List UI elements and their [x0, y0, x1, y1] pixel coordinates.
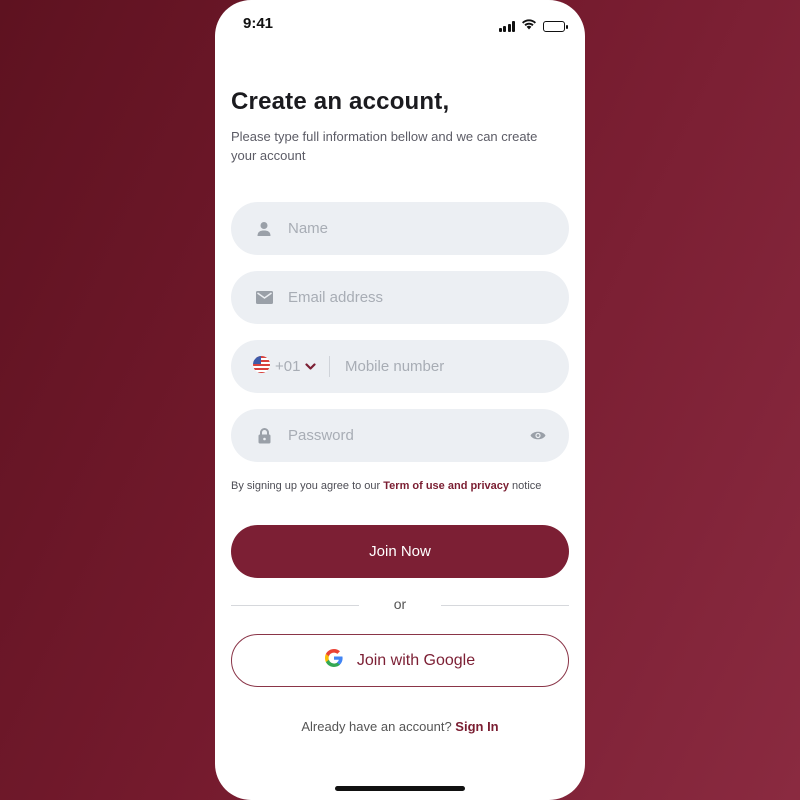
or-label: or	[393, 596, 407, 612]
join-with-google-label: Join with Google	[356, 651, 476, 669]
phone-screen: 9:41 Create an account, Please type full…	[215, 0, 585, 800]
chevron-down-icon	[305, 358, 317, 376]
name-field[interactable]	[231, 202, 569, 255]
status-time: 9:41	[243, 15, 274, 32]
join-with-google-button[interactable]: Join with Google	[231, 634, 569, 687]
signin-prompt-text: Already have an account?	[301, 719, 456, 734]
mobile-field[interactable]: +01	[231, 340, 569, 393]
page-title: Create an account,	[231, 88, 450, 115]
terms-suffix: notice	[509, 480, 542, 492]
email-input[interactable]	[288, 271, 538, 324]
country-code-selector[interactable]: +01	[253, 355, 317, 378]
join-now-button[interactable]: Join Now	[231, 525, 569, 578]
or-divider: or	[231, 596, 569, 614]
home-indicator	[335, 786, 465, 791]
terms-prefix: By signing up you agree to our	[231, 480, 384, 492]
email-field[interactable]	[231, 271, 569, 324]
wifi-icon	[521, 17, 537, 35]
mail-icon	[255, 289, 273, 307]
page-subtitle: Please type full information bellow and …	[231, 129, 538, 163]
person-icon	[255, 220, 273, 238]
eye-icon[interactable]	[529, 427, 547, 445]
us-flag-icon	[253, 355, 270, 378]
sign-in-link[interactable]: Sign In	[455, 719, 498, 734]
mobile-input[interactable]	[345, 340, 545, 393]
country-code-divider	[329, 356, 330, 377]
terms-notice: By signing up you agree to our Term of u…	[231, 478, 561, 494]
country-code: +01	[275, 358, 301, 375]
cellular-signal-icon	[498, 20, 515, 32]
google-icon	[324, 649, 343, 672]
password-field[interactable]	[231, 409, 569, 462]
status-bar: 9:41	[215, 0, 585, 48]
password-input[interactable]	[288, 409, 538, 462]
battery-icon	[543, 20, 568, 32]
signin-prompt: Already have an account? Sign In	[215, 719, 585, 734]
status-icons	[498, 17, 568, 35]
terms-link[interactable]: Term of use and privacy	[383, 480, 509, 492]
lock-icon	[255, 427, 273, 445]
name-input[interactable]	[288, 202, 538, 255]
